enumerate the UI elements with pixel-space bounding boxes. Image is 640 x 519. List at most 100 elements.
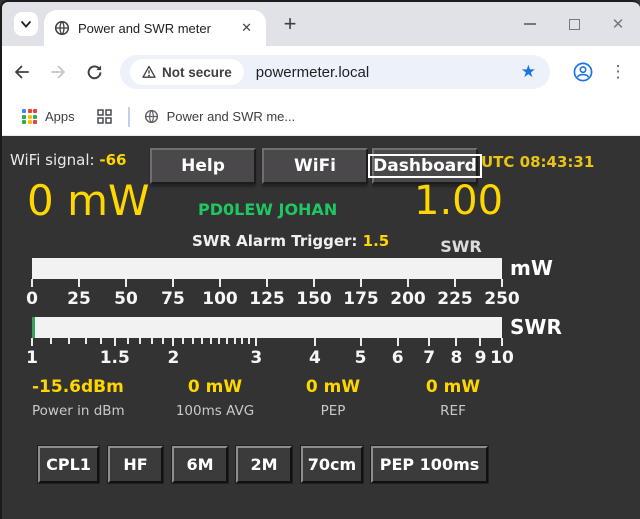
meter-tick — [172, 338, 174, 346]
tab-title: Power and SWR meter — [78, 21, 237, 36]
wifi-button-label: WiFi — [294, 156, 336, 176]
meter-tick — [360, 279, 362, 287]
browser-window: Power and SWR meter ✕ + ✕ — [0, 0, 640, 519]
tab-close-icon[interactable]: ✕ — [237, 18, 256, 38]
meter-tick — [313, 279, 315, 287]
readout-value: 0 mW — [162, 377, 268, 397]
meter-tick-label: 1 — [26, 348, 38, 368]
swr-meter-bar — [32, 317, 502, 338]
meter-tick — [127, 338, 129, 344]
warning-icon — [142, 65, 156, 79]
meter-tick — [501, 338, 503, 346]
hf-button[interactable]: HF — [108, 446, 163, 483]
tab-search-button[interactable] — [14, 12, 38, 36]
meter-tick — [501, 279, 503, 287]
readout-avg: 0 mW 100ms AVG — [162, 377, 268, 419]
help-button-label: Help — [181, 156, 225, 176]
readout-power-dbm: -15.6dBm Power in dBm — [32, 377, 125, 419]
help-button[interactable]: Help — [150, 148, 256, 184]
meter-tick-label: 225 — [437, 289, 473, 309]
meter-tick — [125, 279, 127, 287]
70cm-button[interactable]: 70cm — [301, 446, 363, 483]
meter-tick-label: 50 — [114, 289, 138, 309]
back-icon — [12, 62, 32, 82]
minimize-button[interactable] — [508, 2, 552, 46]
pep-100ms-button[interactable]: PEP 100ms — [371, 446, 488, 483]
wifi-signal: WiFi signal: -66 — [10, 151, 126, 169]
minimize-icon — [524, 23, 536, 25]
meter-tick — [162, 338, 164, 344]
meter-tick — [114, 338, 116, 346]
meter-tick — [428, 338, 430, 346]
meter-tick-label: 3 — [250, 348, 262, 368]
meter-tick-label: 6 — [392, 348, 404, 368]
address-bar[interactable]: Not secure powermeter.local ★ — [120, 55, 550, 89]
maximize-button[interactable] — [552, 2, 596, 46]
meter-tick — [151, 338, 153, 344]
readout-ref: 0 mW REF — [403, 377, 503, 419]
wifi-signal-value: -66 — [99, 151, 126, 169]
meter-tick — [182, 338, 184, 344]
security-chip[interactable]: Not secure — [130, 59, 244, 85]
swr-meter-fill — [32, 317, 35, 338]
meter-tick — [219, 279, 221, 287]
meter-tick — [241, 338, 243, 344]
meter-tick — [266, 279, 268, 287]
meter-tick — [68, 338, 70, 344]
meter-tick — [234, 338, 236, 344]
active-tab[interactable]: Power and SWR meter ✕ — [44, 10, 266, 46]
utc-clock: UTC 08:43:31 — [481, 153, 594, 171]
close-icon: ✕ — [612, 17, 625, 32]
meter-tick-label: 2 — [168, 348, 180, 368]
back-button[interactable] — [6, 56, 38, 88]
readout-value: 0 mW — [283, 377, 383, 397]
meter-tick-label: 8 — [451, 348, 463, 368]
swr-meter-unit: SWR — [510, 315, 562, 339]
forward-button[interactable] — [42, 56, 74, 88]
meter-tick — [218, 338, 220, 344]
6m-button[interactable]: 6M — [172, 446, 228, 483]
reload-button[interactable] — [78, 56, 110, 88]
page-bookmark-label[interactable]: Power and SWR me... — [167, 109, 296, 124]
reading-list-icon[interactable] — [97, 109, 112, 124]
forward-icon — [48, 62, 68, 82]
wifi-button[interactable]: WiFi — [262, 148, 368, 184]
meter-tick-label: 5 — [355, 348, 367, 368]
globe-icon — [54, 20, 70, 36]
meter-tick-label: 200 — [390, 289, 426, 309]
cpl1-button[interactable]: CPL1 — [38, 446, 99, 483]
readout-label: PEP — [283, 403, 383, 419]
meter-tick-label: 175 — [343, 289, 379, 309]
meter-tick — [454, 279, 456, 287]
readout-label: 100ms AVG — [162, 403, 268, 419]
apps-bookmark-label[interactable]: Apps — [45, 109, 75, 124]
browser-toolbar: Not secure powermeter.local ★ ⋮ — [2, 46, 640, 98]
meter-tick — [210, 338, 212, 344]
profile-button[interactable] — [572, 61, 594, 83]
reload-icon — [86, 64, 103, 81]
meter-tick-label: 100 — [202, 289, 238, 309]
meter-tick — [31, 338, 33, 346]
window-controls: ✕ — [508, 2, 640, 46]
meter-tick — [192, 338, 194, 344]
url-text[interactable]: powermeter.local — [256, 64, 517, 81]
meter-tick — [100, 338, 102, 344]
meter-tick — [31, 279, 33, 287]
maximize-icon — [569, 19, 580, 30]
meter-tick-label: 125 — [249, 289, 285, 309]
close-button[interactable]: ✕ — [596, 2, 640, 46]
meter-tick — [407, 279, 409, 287]
meter-tick — [314, 338, 316, 346]
security-chip-label: Not secure — [162, 65, 232, 80]
bookmark-star-icon[interactable]: ★ — [517, 62, 540, 82]
bookmarks-separator — [128, 107, 130, 127]
apps-grid-icon[interactable] — [22, 109, 37, 124]
meter-tick — [139, 338, 141, 344]
browser-menu-icon[interactable]: ⋮ — [608, 62, 628, 82]
profile-icon — [572, 61, 594, 83]
readout-label: REF — [403, 403, 503, 419]
swr-value-big: 1.00 — [414, 178, 503, 224]
meter-tick-label: 1.5 — [100, 348, 130, 368]
2m-button[interactable]: 2M — [236, 446, 292, 483]
new-tab-button[interactable]: + — [276, 10, 304, 38]
